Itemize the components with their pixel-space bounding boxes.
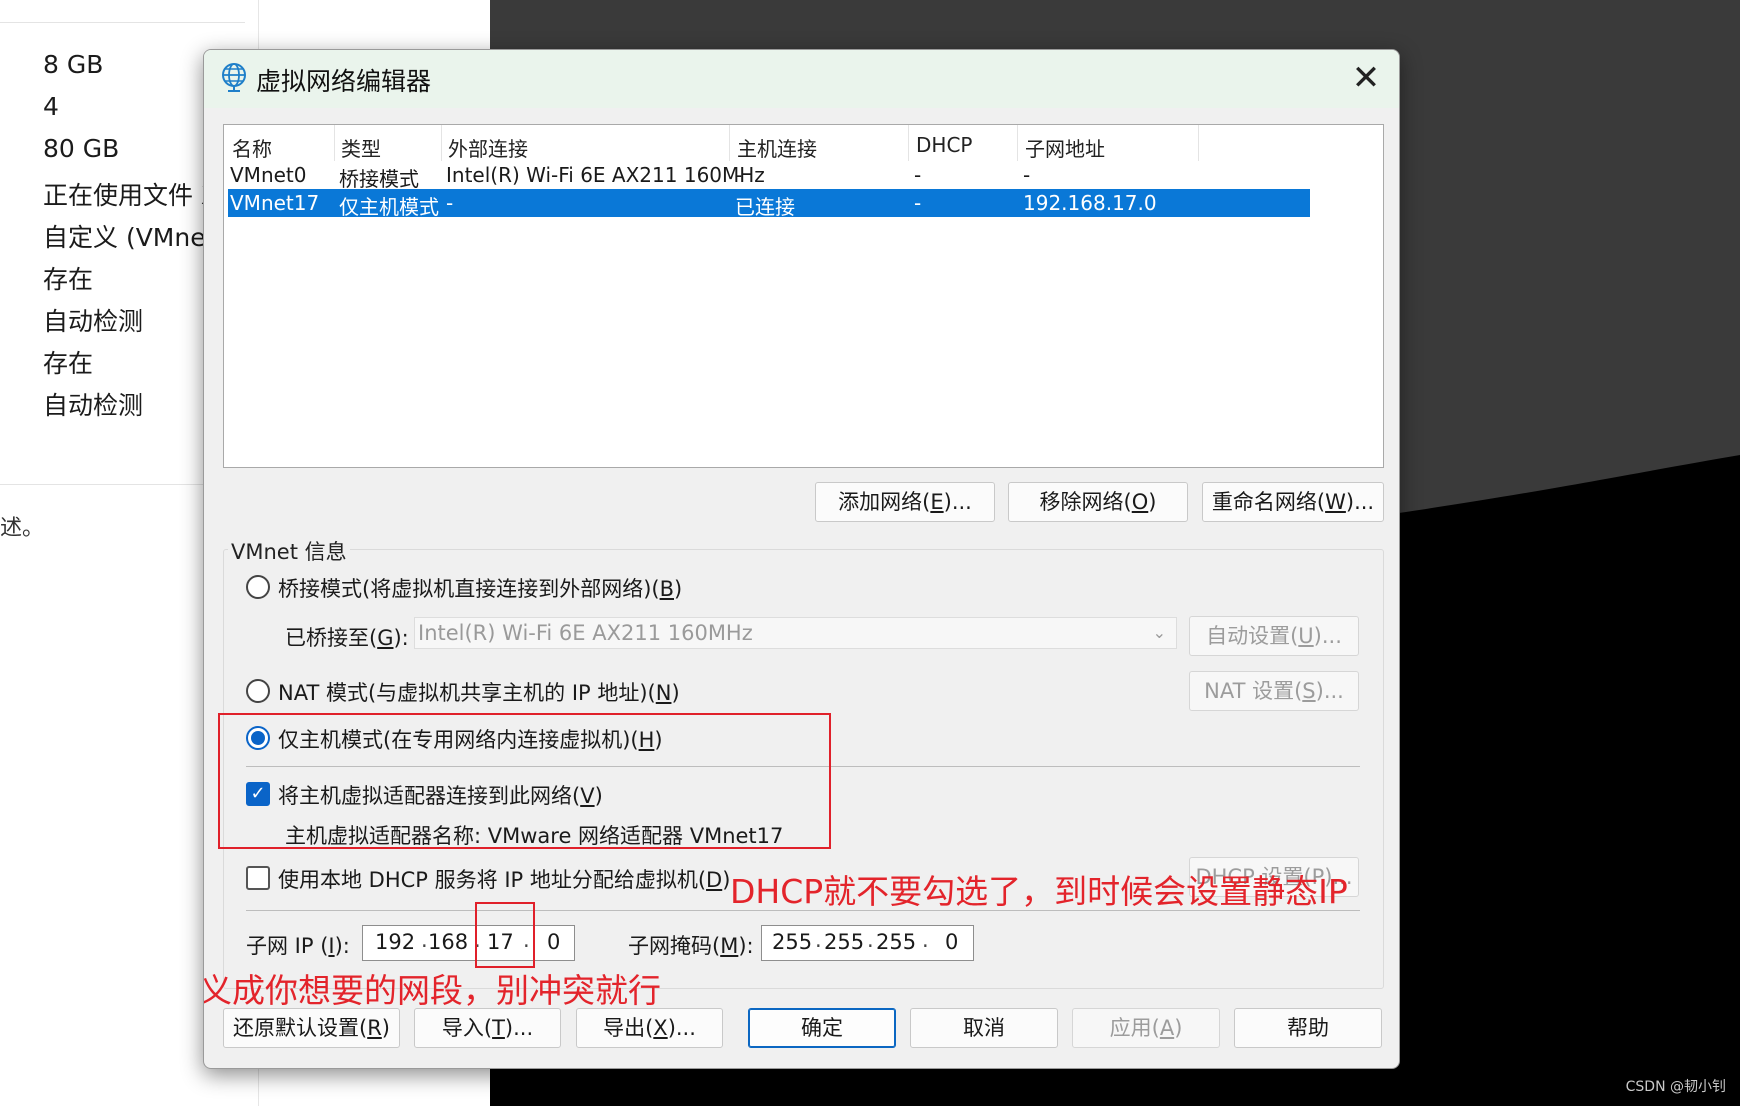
annotation-box-subnet-octet <box>475 902 535 968</box>
ip-octet[interactable]: 0 <box>547 930 560 954</box>
ip-octet[interactable]: 192 <box>375 930 415 954</box>
column-header-external[interactable]: 外部连接 <box>448 133 528 162</box>
subnet-mask-input[interactable]: 255 . 255 . 255 . 0 <box>761 925 974 961</box>
nat-mode-radio[interactable] <box>246 679 270 703</box>
cell-subnet: - <box>1023 163 1031 187</box>
restore-defaults-button[interactable]: 还原默认设置(R) <box>223 1008 400 1048</box>
cell-external: Intel(R) Wi-Fi 6E AX211 160MHz <box>446 163 765 187</box>
column-divider <box>441 125 442 161</box>
cell-host: 已连接 <box>735 195 795 219</box>
printer-value: 存在 <box>43 349 94 378</box>
mask-octet[interactable]: 255 <box>876 930 916 954</box>
cell-dhcp: - <box>914 163 922 187</box>
close-button[interactable]: ✕ <box>1343 56 1389 100</box>
network-table: 名称 类型 外部连接 主机连接 DHCP 子网地址 VMnet0 桥接模式 In… <box>223 124 1384 468</box>
export-button[interactable]: 导出(X)... <box>576 1008 723 1048</box>
mask-octet[interactable]: 255 <box>824 930 864 954</box>
processors-value: 4 <box>43 92 59 121</box>
column-divider <box>729 125 730 161</box>
nat-mode-label: NAT 模式(与虚拟机共享主机的 IP 地址)(N) <box>278 681 680 705</box>
column-header-dhcp[interactable]: DHCP <box>916 133 972 157</box>
sound-value: 自动检测 <box>43 307 144 336</box>
display-value: 自动检测 <box>43 391 144 420</box>
chevron-down-icon: ⌄ <box>1152 623 1166 642</box>
apply-button[interactable]: 应用(A) <box>1072 1008 1220 1048</box>
help-button[interactable]: 帮助 <box>1234 1008 1382 1048</box>
bridged-mode-radio[interactable] <box>246 575 270 599</box>
cell-host: - <box>735 163 743 187</box>
auto-settings-button[interactable]: 自动设置(U)... <box>1189 616 1359 656</box>
table-row[interactable]: VMnet0 桥接模式 Intel(R) Wi-Fi 6E AX211 160M… <box>228 161 1310 191</box>
bridged-to-label: 已桥接至(G): <box>285 626 409 650</box>
dhcp-label: 使用本地 DHCP 服务将 IP 地址分配给虚拟机(D) <box>278 868 731 892</box>
cd-value: 正在使用文件 X <box>43 181 219 210</box>
mask-dot: . <box>922 928 929 952</box>
column-header-type[interactable]: 类型 <box>341 133 381 162</box>
mask-dot: . <box>867 928 874 952</box>
rename-network-button[interactable]: 重命名网络(W)... <box>1202 482 1384 522</box>
ip-dot: . <box>421 928 428 952</box>
cell-subnet: 192.168.17.0 <box>1023 191 1157 215</box>
cell-type: 桥接模式 <box>339 167 419 191</box>
dhcp-checkbox[interactable] <box>246 866 270 890</box>
nat-settings-button[interactable]: NAT 设置(S)... <box>1189 671 1359 711</box>
mask-octet[interactable]: 0 <box>945 930 958 954</box>
subnet-mask-label: 子网掩码(M): <box>628 934 754 958</box>
usb-value: 存在 <box>43 265 94 294</box>
table-header: 名称 类型 外部连接 主机连接 DHCP 子网地址 <box>224 125 1383 161</box>
virtual-network-editor-dialog: 虚拟网络编辑器 ✕ 名称 类型 外部连接 主机连接 DHCP 子网地址 VMne… <box>203 49 1400 1069</box>
import-button[interactable]: 导入(T)... <box>414 1008 561 1048</box>
bridged-to-value: Intel(R) Wi-Fi 6E AX211 160MHz <box>418 621 753 645</box>
add-network-button[interactable]: 添加网络(E)... <box>815 482 995 522</box>
group-label: VMnet 信息 <box>228 536 350 566</box>
column-divider <box>1017 125 1018 161</box>
mask-dot: . <box>815 928 822 952</box>
ip-octet[interactable]: 168 <box>428 930 468 954</box>
column-divider <box>334 125 335 161</box>
column-header-name[interactable]: 名称 <box>232 133 272 162</box>
disk-value: 80 GB <box>43 134 120 163</box>
cell-type: 仅主机模式 <box>339 195 439 219</box>
annotation-subnet-note: 同意自定义成你想要的网段，别冲突就行 <box>203 971 661 1010</box>
memory-value: 8 GB <box>43 50 104 79</box>
cell-name: VMnet17 <box>230 191 320 215</box>
cell-name: VMnet0 <box>230 163 307 187</box>
divider <box>0 22 245 23</box>
network-value: 自定义 (VMnet <box>43 223 216 252</box>
annotation-dhcp-note: DHCP就不要勾选了，到时候会设置静态IP <box>730 872 1348 911</box>
description-fragment: 述。 <box>0 516 45 541</box>
column-divider <box>908 125 909 161</box>
bridged-to-dropdown[interactable]: Intel(R) Wi-Fi 6E AX211 160MHz ⌄ <box>414 617 1177 649</box>
globe-icon <box>222 63 246 92</box>
column-header-host[interactable]: 主机连接 <box>737 133 817 162</box>
column-header-subnet[interactable]: 子网地址 <box>1025 133 1105 162</box>
bridged-mode-label: 桥接模式(将虚拟机直接连接到外部网络)(B) <box>278 577 683 601</box>
mask-octet[interactable]: 255 <box>772 930 812 954</box>
table-row-selected[interactable]: VMnet17 仅主机模式 - 已连接 - 192.168.17.0 <box>228 189 1310 219</box>
cell-external: - <box>446 191 454 215</box>
remove-network-button[interactable]: 移除网络(O) <box>1008 482 1188 522</box>
title-bar: 虚拟网络编辑器 ✕ <box>204 50 1399 108</box>
watermark: CSDN @韧小钊 <box>1625 1079 1726 1095</box>
subnet-ip-input[interactable]: 192 . 168 . 17 . 0 <box>362 925 575 961</box>
subnet-ip-label: 子网 IP (I): <box>246 934 350 958</box>
cell-dhcp: - <box>914 191 922 215</box>
dialog-title: 虚拟网络编辑器 <box>256 67 432 96</box>
ok-button[interactable]: 确定 <box>748 1008 896 1048</box>
cancel-button[interactable]: 取消 <box>910 1008 1058 1048</box>
column-divider <box>1198 125 1199 161</box>
annotation-box-host-only <box>218 713 831 849</box>
